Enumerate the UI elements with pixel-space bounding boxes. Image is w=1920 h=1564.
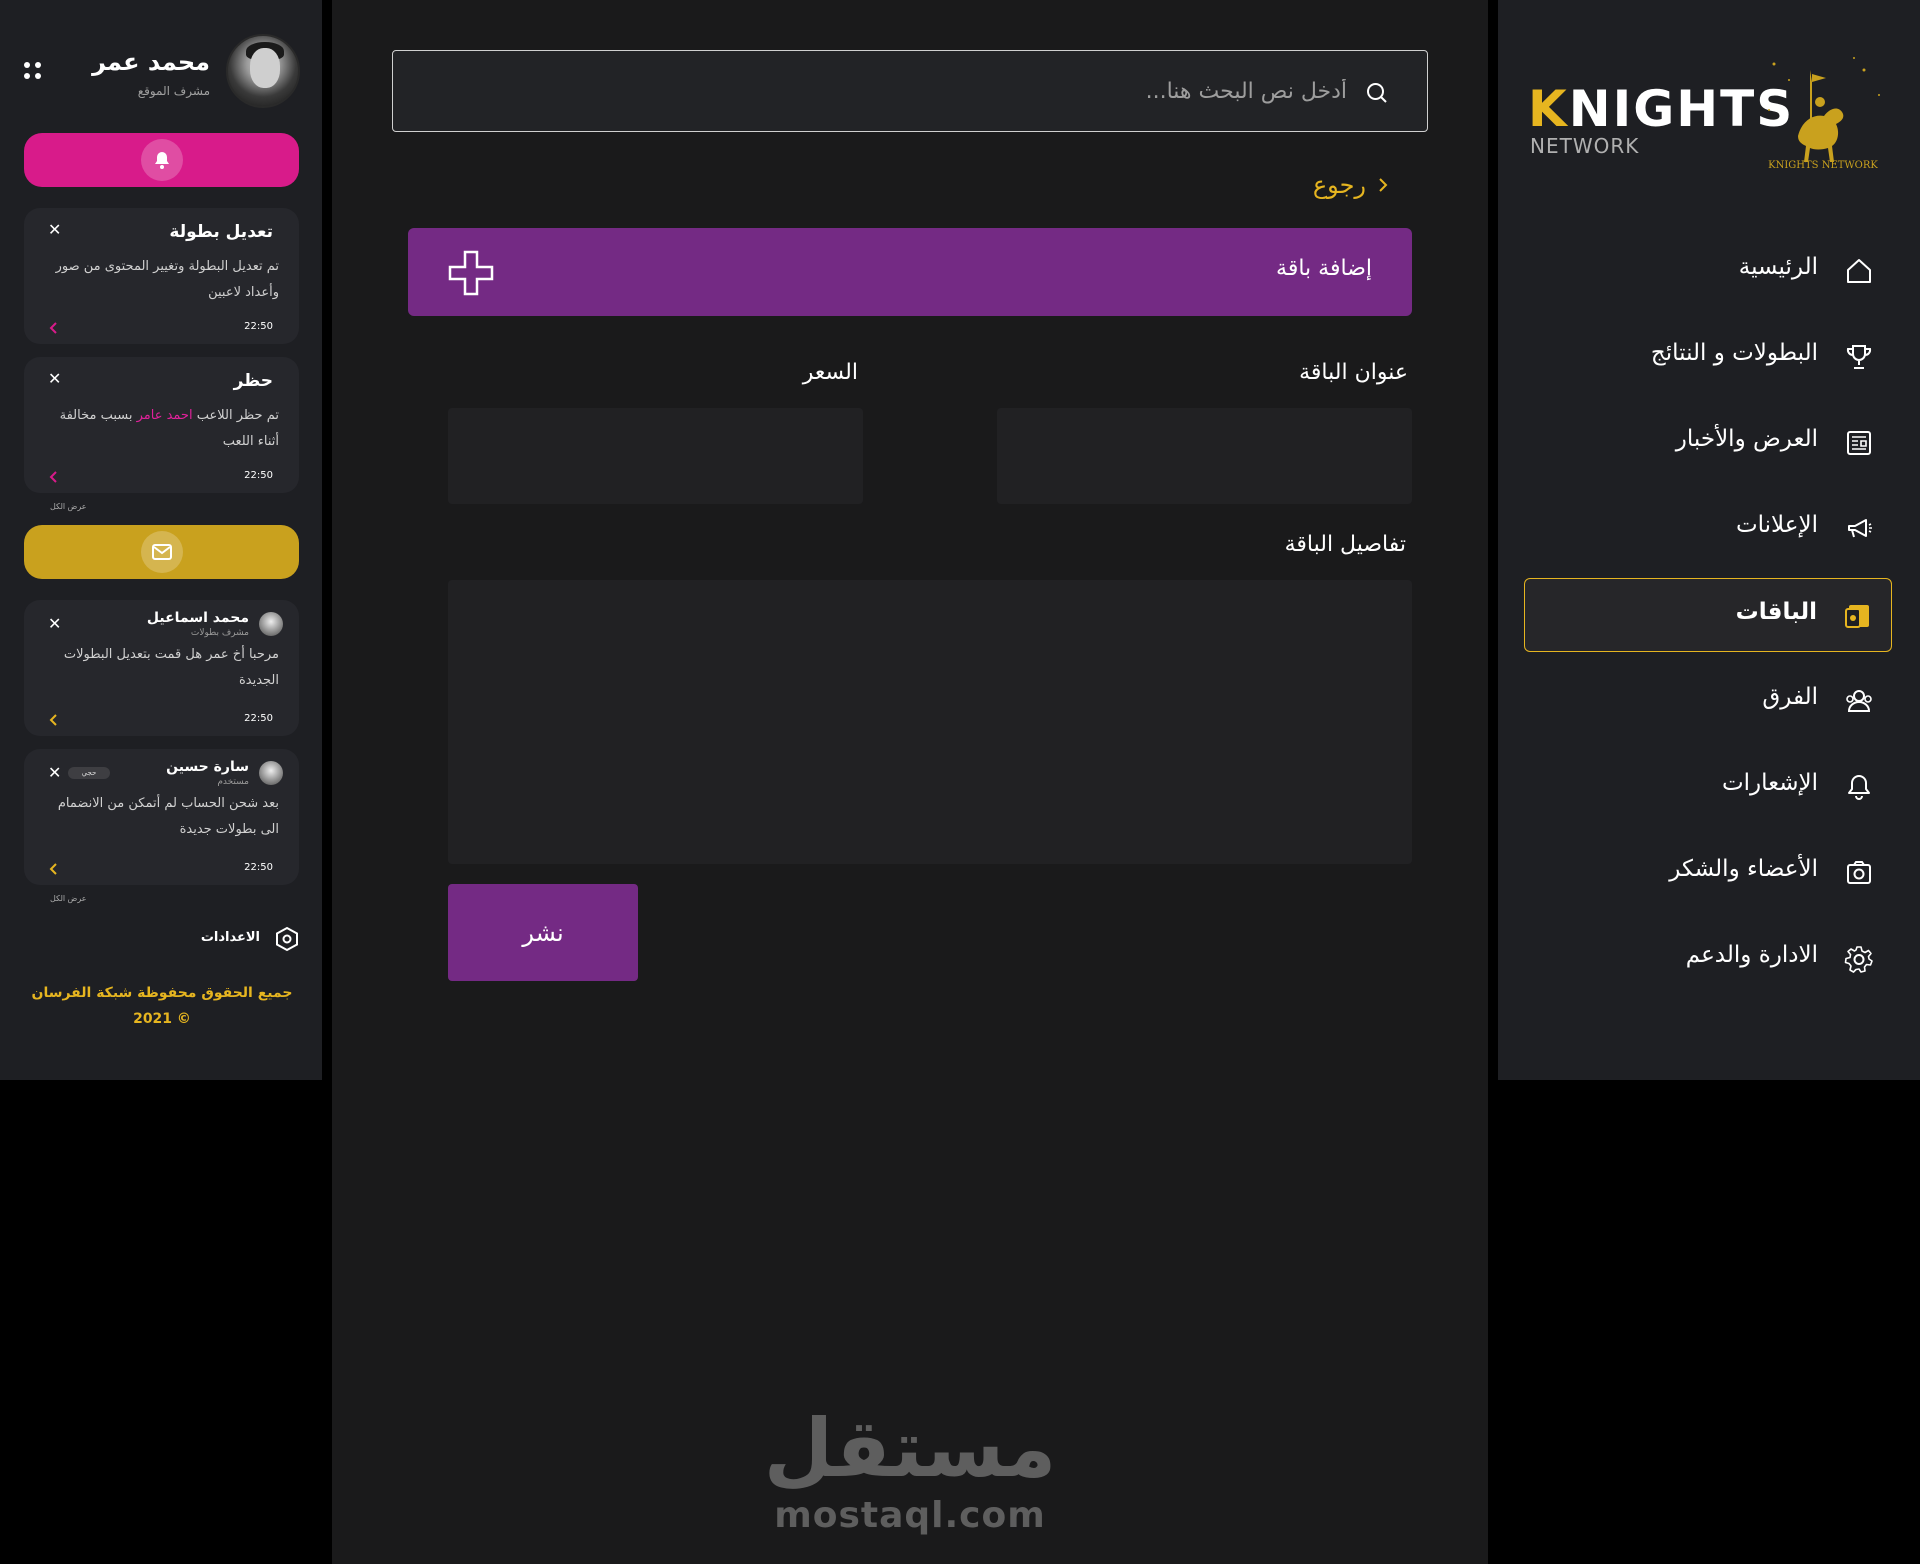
user-tag-badge: حجي (68, 767, 110, 779)
watermark: مستقل mostaql.com (763, 1402, 1057, 1537)
close-icon[interactable]: ✕ (48, 369, 61, 388)
notifications-button[interactable] (24, 133, 299, 187)
notification-card: حظر ✕ تم حظر اللاعب احمد عامر بسبب مخالف… (24, 357, 299, 493)
user-profile: محمد عمر مشرف الموقع (24, 32, 300, 110)
bell-icon (140, 139, 183, 181)
nav-item-ads[interactable]: الإعلانات (1524, 492, 1892, 566)
messages-button[interactable] (24, 525, 299, 579)
team-icon (1846, 690, 1872, 712)
settings-link[interactable]: الاعدادات (200, 926, 300, 952)
nav-item-notifications[interactable]: الإشعارات (1524, 750, 1892, 824)
nav-item-label: الادارة والدعم (1685, 942, 1818, 968)
hexagon-settings-icon (276, 926, 298, 952)
close-icon[interactable]: ✕ (48, 614, 61, 633)
chevron-left-icon[interactable] (46, 861, 62, 877)
avatar (259, 761, 283, 785)
chevron-left-icon[interactable] (46, 712, 62, 728)
package-details-textarea[interactable] (448, 580, 1412, 864)
price-input[interactable] (448, 408, 863, 504)
package-details-label: تفاصيل الباقة (1284, 532, 1406, 557)
nav-item-label: الفرق (1762, 684, 1818, 710)
notification-body: تم تعديل البطولة وتغيير المحتوى من صور و… (55, 259, 279, 300)
nav-item-packages[interactable]: الباقات (1524, 578, 1892, 652)
message-sender-role: مستخدم (217, 777, 249, 787)
message-card[interactable]: محمد اسماعيل مشرف بطولات ✕ مرحبا أخ عمر … (24, 600, 299, 736)
svg-text:KNIGHTS NETWORK: KNIGHTS NETWORK (1768, 160, 1878, 171)
notification-time: 22:50 (244, 321, 273, 332)
user-role: مشرف الموقع (137, 84, 210, 98)
members-icon (1847, 861, 1871, 884)
nav-item-label: الإشعارات (1721, 770, 1818, 796)
nav-item-label: الرئيسية (1738, 254, 1818, 280)
nav-item-label: العرض والأخبار (1675, 426, 1818, 452)
nav-item-admin-support[interactable]: الادارة والدعم (1524, 922, 1892, 996)
main-content: رجوع إضافة باقة عنوان الباقة السعر تفاصي… (332, 0, 1488, 1564)
nav-item-label: البطولات و النتائج (1650, 340, 1818, 366)
nav-item-offers-news[interactable]: العرض والأخبار (1524, 406, 1892, 480)
back-link[interactable]: رجوع (1313, 168, 1390, 202)
settings-label: الاعدادات (200, 930, 260, 945)
nav-item-members[interactable]: الأعضاء والشكر (1524, 836, 1892, 910)
close-icon[interactable]: ✕ (48, 220, 61, 239)
message-body: بعد شحن الحساب لم أتمكن من الانضمام الى … (57, 796, 279, 837)
notifications-view-all-link[interactable]: عرض الكل (50, 502, 87, 511)
trophy-icon (1846, 345, 1872, 369)
knight-horse-emblem-icon: KNIGHTS NETWORK (1768, 57, 1880, 171)
avatar[interactable] (226, 34, 300, 108)
nav-item-teams[interactable]: الفرق (1524, 664, 1892, 738)
main-navigation: KNIGHTS NETWORK KNIGHTS NETWORK الرئيسية… (1498, 0, 1920, 1080)
search-icon[interactable] (1365, 81, 1389, 105)
message-sender-role: مشرف بطولات (190, 628, 249, 638)
envelope-icon (140, 531, 183, 573)
newspaper-icon (1847, 431, 1871, 455)
message-card[interactable]: سارة حسين مستخدم حجي ✕ بعد شحن الحساب لم… (24, 749, 299, 885)
notification-title: حظر (233, 371, 273, 391)
close-icon[interactable]: ✕ (48, 763, 61, 782)
chevron-left-icon[interactable] (46, 320, 62, 336)
copyright: جميع الحقوق محفوظة شبكة الفرسان © 2021 (31, 985, 293, 1027)
activity-panel: محمد عمر مشرف الموقع تعديل بطولة ✕ تم تع… (0, 0, 322, 1080)
knights-network-logo[interactable]: KNIGHTS NETWORK KNIGHTS NETWORK (1528, 50, 1920, 190)
notification-body: تم حظر اللاعب احمد عامر بسبب مخالفة أثنا… (59, 408, 279, 449)
banner-title: إضافة باقة (1276, 256, 1372, 281)
package-icon (1845, 605, 1869, 628)
home-icon (1847, 259, 1871, 283)
nav-item-label: الإعلانات (1735, 512, 1818, 538)
publish-button[interactable]: نشر (448, 884, 638, 981)
nav-item-home[interactable]: الرئيسية (1524, 234, 1892, 308)
plus-icon[interactable] (448, 250, 494, 296)
chevron-left-icon[interactable] (46, 469, 62, 485)
notification-title: تعديل بطولة (169, 222, 273, 242)
nav-item-label: الباقات (1735, 599, 1817, 625)
message-time: 22:50 (244, 713, 273, 724)
avatar (259, 612, 283, 636)
add-package-banner[interactable]: إضافة باقة (408, 228, 1412, 316)
message-time: 22:50 (244, 862, 273, 873)
message-sender: محمد اسماعيل (146, 610, 249, 626)
search-bar (392, 50, 1428, 132)
search-input[interactable] (467, 51, 1347, 131)
back-label: رجوع (1312, 171, 1366, 199)
nav-item-tournaments[interactable]: البطولات و النتائج (1524, 320, 1892, 394)
notification-card: تعديل بطولة ✕ تم تعديل البطولة وتغيير ال… (24, 208, 299, 344)
notification-time: 22:50 (244, 470, 273, 481)
megaphone-icon (1848, 519, 1872, 538)
grid-dots-icon[interactable] (24, 62, 42, 80)
nav-item-label: الأعضاء والشكر (1669, 856, 1818, 882)
messages-view-all-link[interactable]: عرض الكل (50, 894, 87, 903)
message-body: مرحبا أخ عمر هل قمت بتعديل البطولات الجد… (63, 647, 279, 688)
package-title-input[interactable] (997, 408, 1412, 504)
user-name: محمد عمر (92, 48, 210, 76)
highlighted-player: احمد عامر (136, 408, 193, 423)
price-label: السعر (802, 360, 858, 385)
chevron-right-icon (1379, 178, 1388, 192)
gear-icon (1844, 946, 1873, 973)
package-title-label: عنوان الباقة (1299, 360, 1408, 385)
message-sender: سارة حسين (166, 759, 249, 775)
bell-icon (1848, 775, 1870, 800)
